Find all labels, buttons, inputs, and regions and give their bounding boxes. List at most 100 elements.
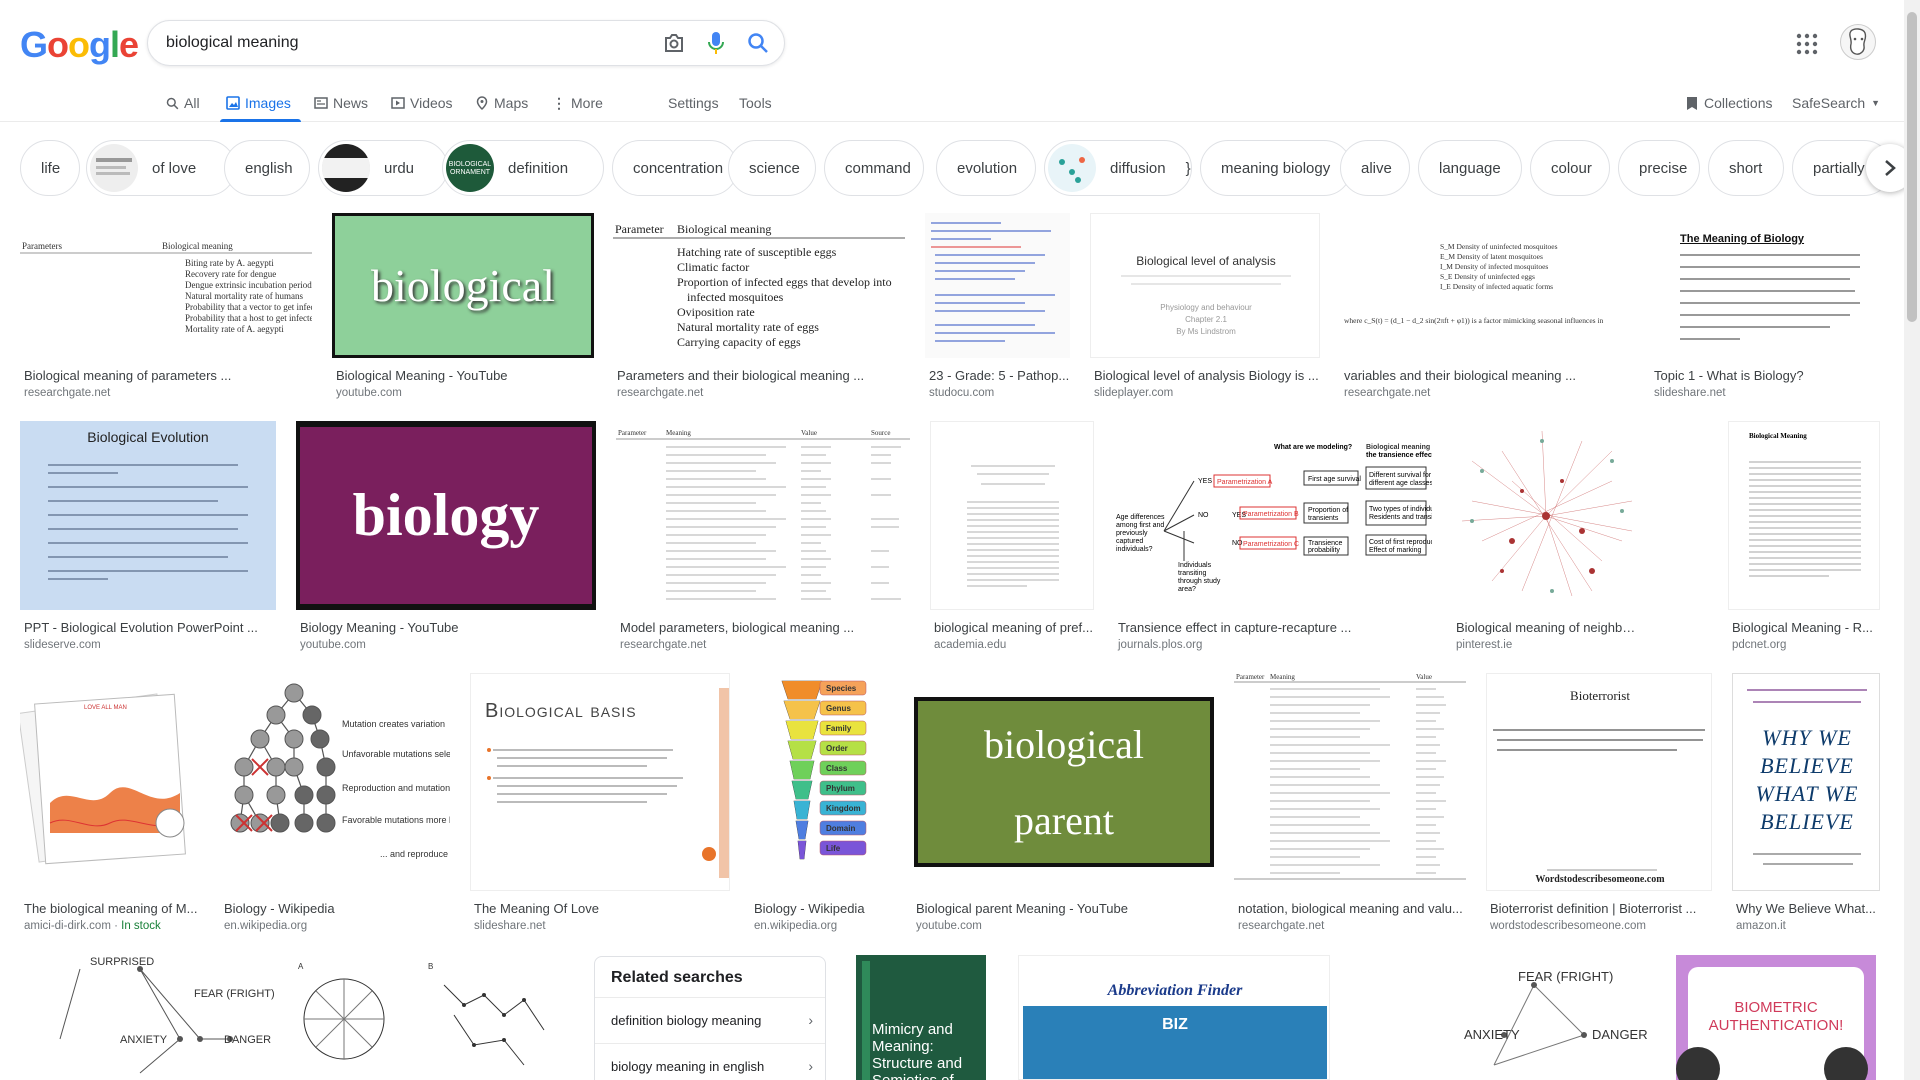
svg-text:S_E Density of uninfecte: S_E Density of uninfected eggs <box>1440 272 1535 281</box>
svg-text:Transience: Transience <box>1308 540 1342 547</box>
tab-maps[interactable]: Maps <box>475 90 528 116</box>
svg-text:area?: area? <box>1178 586 1196 593</box>
svg-text:What are we modeling?: What are we modeling? <box>1274 444 1352 451</box>
result-thumbnail: Mutation creates variation Unfavorable mu… <box>220 673 450 891</box>
chip-evolution[interactable]: evolution <box>936 140 1036 196</box>
result-thumbnail: Species Genus Family Order Class Phylum Kingdo… <box>750 673 892 891</box>
result-site: researchgate.net <box>24 387 111 399</box>
svg-text:Class: Class <box>826 764 848 773</box>
svg-text:the transience effect: the transience effect <box>1366 452 1432 459</box>
chip-thumbnail <box>90 144 138 192</box>
result-title: variables and their biological meaning .… <box>1344 368 1576 383</box>
svg-text:Biological meaning: Biological meaning <box>162 241 233 251</box>
chip-label: alive <box>1361 159 1392 177</box>
svg-text:Meaning: Meaning <box>1270 673 1295 681</box>
svg-text:Different survival for: Different survival for <box>1369 472 1432 479</box>
result-site: amici-di-dirk.com · In stock <box>24 920 161 932</box>
result-title: Biology Meaning - YouTube <box>300 620 459 635</box>
svg-text:Favorable mutations more likel: Favorable mutations more likely to survi… <box>342 815 450 825</box>
svg-text:Parametrization A: Parametrization A <box>1217 479 1273 486</box>
result-site: slideshare.net <box>1654 387 1726 399</box>
chip-thumbnail: BIOLOGICAL ORNAMENT <box>446 144 494 192</box>
result-thumbnail: Biological level of analysis Physiology … <box>1090 213 1320 358</box>
apps-grid-icon[interactable] <box>1795 32 1819 56</box>
svg-text:Age differences: Age differences <box>1116 514 1165 521</box>
thumbnail-text-2: BIZ <box>1162 1016 1188 1033</box>
microphone-icon[interactable] <box>704 31 728 55</box>
result-site: pinterest.ie <box>1456 639 1513 651</box>
tab-images[interactable]: Images <box>220 90 301 122</box>
chip-short[interactable]: short <box>1708 140 1784 196</box>
chip-alive[interactable]: alive <box>1340 140 1410 196</box>
active-tab-indicator <box>220 119 301 122</box>
chip-life[interactable]: life <box>20 140 80 196</box>
tab-all[interactable]: All <box>166 90 200 116</box>
collections-link[interactable]: Collections <box>1686 90 1772 116</box>
tools-label: Tools <box>739 95 772 111</box>
result-title: The biological meaning of M... <box>24 901 198 916</box>
chevron-right-icon: › <box>808 1058 813 1074</box>
svg-text:LOVE ALL MAN: LOVE ALL MAN <box>84 705 127 711</box>
search-icon <box>166 97 179 109</box>
video-icon <box>391 97 405 109</box>
result-site: youtube.com <box>300 639 366 651</box>
settings-link[interactable]: Settings <box>668 90 719 116</box>
svg-text:FEAR (FRIGHT): FEAR (FRIGHT) <box>1518 969 1613 984</box>
tab-more[interactable]: ⋮ More <box>552 90 603 116</box>
svg-text:Biological meaning of: Biological meaning of <box>1366 444 1432 451</box>
avatar[interactable] <box>1840 24 1876 60</box>
chevron-right-icon: › <box>808 1012 813 1028</box>
result-title: Bioterrorist definition | Bioterrorist .… <box>1490 901 1697 916</box>
chip-science[interactable]: science <box>728 140 816 196</box>
search-input[interactable] <box>166 34 646 52</box>
chip-english[interactable]: english <box>224 140 310 196</box>
svg-text:BIOLOGICAL: BIOLOGICAL <box>449 161 492 168</box>
chip-precise[interactable]: precise <box>1618 140 1700 196</box>
page-scrollbar[interactable] <box>1904 0 1920 1080</box>
search-icon[interactable] <box>746 31 770 55</box>
result-thumbnail: Bioterrorist Wordstodescribesomeone.com <box>1486 673 1712 891</box>
svg-text:Climatic factor: Climatic factor <box>677 260 749 274</box>
result-title: Model parameters, biological meaning ... <box>620 620 855 635</box>
chip-concentration[interactable]: concentration <box>612 140 738 196</box>
chip-meaning-biology[interactable]: meaning biology <box>1200 140 1352 196</box>
result-thumbnail: biological parent <box>912 673 1216 891</box>
chip-colour[interactable]: colour <box>1530 140 1610 196</box>
safesearch-dropdown[interactable]: SafeSearch ▼ <box>1792 90 1880 116</box>
result-title: Biology - Wikipedia <box>754 901 865 916</box>
chip-diffusion[interactable]: diffusion } <box>1044 140 1192 196</box>
svg-text:Probability that a vector to g: Probability that a vector to get infecte… <box>185 302 312 312</box>
result-site: youtube.com <box>916 920 982 932</box>
svg-text:captured: captured <box>1116 538 1143 545</box>
svg-text:among first and: among first and <box>1116 522 1164 529</box>
chip-of-love[interactable]: of love <box>86 140 236 196</box>
svg-text:... and reproduce: ... and reproduce <box>380 849 448 859</box>
svg-text:Carrying capacity of eggs: Carrying capacity of eggs <box>677 335 801 349</box>
svg-text:Natural mortality rate of eggs: Natural mortality rate of eggs <box>677 320 819 334</box>
related-search-item[interactable]: definition biology meaning › <box>595 998 825 1044</box>
result-title: Transience effect in capture-recapture .… <box>1118 620 1352 635</box>
svg-text:Order: Order <box>826 744 848 753</box>
tools-link[interactable]: Tools <box>739 90 772 116</box>
chevron-right-icon <box>1885 160 1896 176</box>
camera-icon[interactable] <box>662 31 686 55</box>
result-thumbnail: SURPRISED FEAR (FRIGHT) ANXIETY DANGER <box>20 955 274 1080</box>
chip-thumbnail <box>322 144 370 192</box>
result-title: Biological meaning of neighbourhoods ... <box>1456 620 1642 635</box>
google-logo[interactable]: Google <box>20 24 139 66</box>
result-title: notation, biological meaning and valu... <box>1238 901 1463 916</box>
chip-definition[interactable]: BIOLOGICAL ORNAMENT definition <box>442 140 604 196</box>
chip-command[interactable]: command <box>824 140 924 196</box>
tab-news[interactable]: News <box>314 90 368 116</box>
logo-letter: l <box>110 24 120 65</box>
logo-letter: o <box>47 24 69 65</box>
thumbnail-text: biological <box>371 260 555 311</box>
chip-urdu[interactable]: urdu <box>318 140 448 196</box>
chip-language[interactable]: language <box>1418 140 1522 196</box>
related-search-item[interactable]: biology meaning in english › <box>595 1044 825 1080</box>
scrollbar-thumb[interactable] <box>1907 12 1917 322</box>
svg-text:Mutation creates variation: Mutation creates variation <box>342 719 445 729</box>
tab-videos[interactable]: Videos <box>391 90 453 116</box>
logo-letter: o <box>68 24 90 65</box>
related-chips: life of love english urdu BIOLOGICAL ORNA… <box>20 140 1900 196</box>
